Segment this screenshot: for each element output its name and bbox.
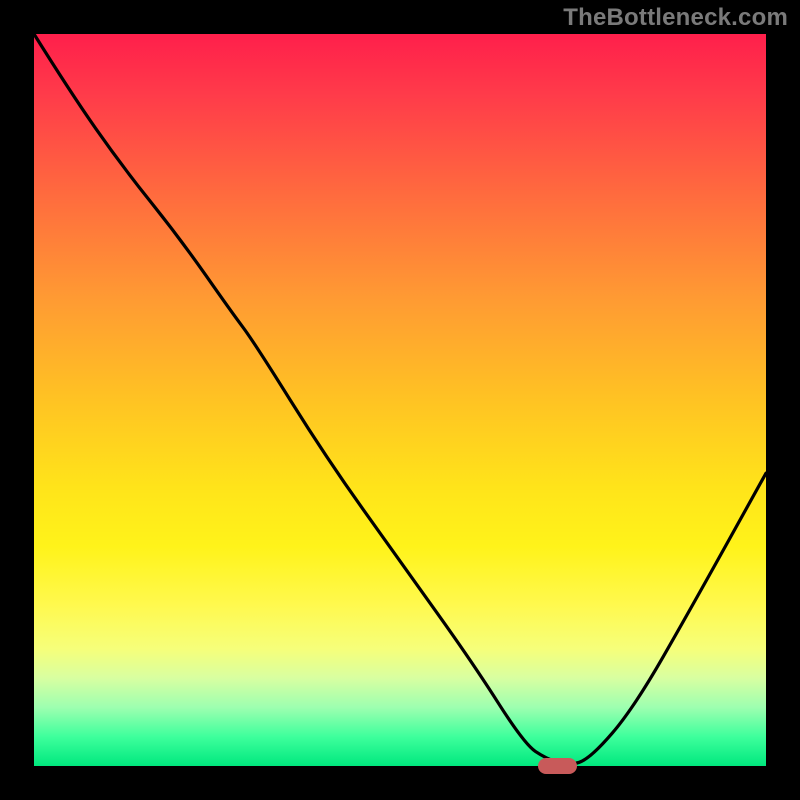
bottleneck-curve-svg bbox=[34, 34, 766, 766]
bottleneck-curve-path bbox=[34, 34, 766, 764]
chart-frame: TheBottleneck.com bbox=[0, 0, 800, 800]
optimum-marker bbox=[538, 758, 578, 774]
watermark-text: TheBottleneck.com bbox=[563, 4, 788, 32]
